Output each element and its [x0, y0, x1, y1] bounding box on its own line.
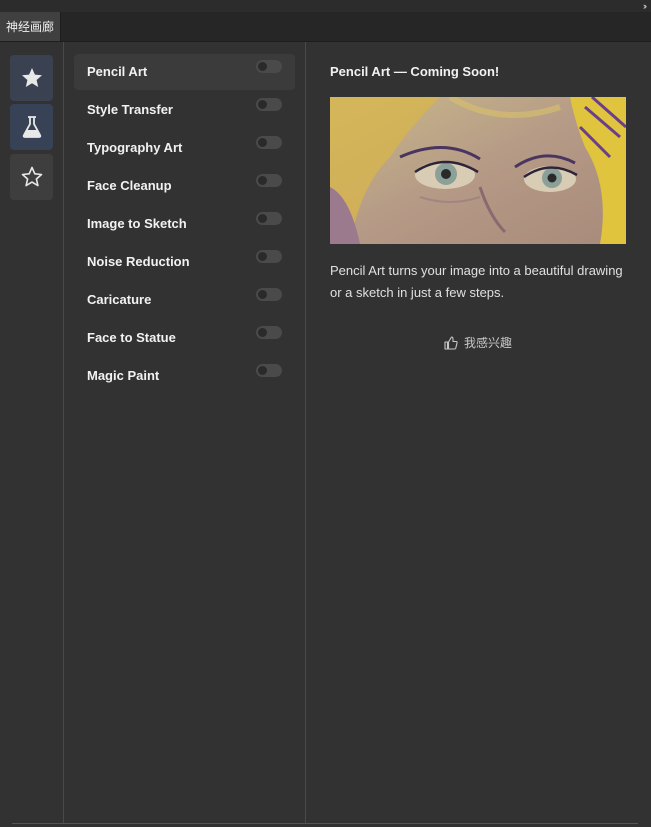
featured-filters-button[interactable]: [10, 55, 53, 101]
filter-label: Typography Art: [87, 140, 183, 155]
toggle-knob: [258, 328, 267, 337]
toggle-knob: [258, 290, 267, 299]
thumbs-up-icon: [444, 335, 458, 350]
tab-bar: 神经画廊: [0, 12, 651, 42]
filter-toggle[interactable]: [256, 98, 282, 111]
detail-title: Pencil Art — Coming Soon!: [330, 64, 500, 79]
filter-item-noise-reduction[interactable]: Noise Reduction: [74, 244, 295, 280]
filter-item-image-to-sketch[interactable]: Image to Sketch: [74, 206, 295, 242]
toggle-knob: [258, 366, 267, 375]
filter-label: Face to Statue: [87, 330, 176, 345]
star-outline-icon: [21, 166, 42, 187]
wishlist-filters-button[interactable]: [10, 154, 53, 200]
toggle-knob: [258, 100, 267, 109]
filter-toggle[interactable]: [256, 288, 282, 301]
filter-item-face-to-statue[interactable]: Face to Statue: [74, 320, 295, 356]
flask-icon: [22, 116, 41, 138]
category-sidebar: [0, 42, 64, 824]
toggle-knob: [258, 252, 267, 261]
filter-label: Caricature: [87, 292, 152, 307]
filter-toggle[interactable]: [256, 174, 282, 187]
filter-toggle[interactable]: [256, 212, 282, 225]
toggle-knob: [258, 62, 267, 71]
beta-filters-button[interactable]: [10, 104, 53, 150]
filter-description: Pencil Art turns your image into a beaut…: [330, 263, 623, 300]
filter-toggle[interactable]: [256, 364, 282, 377]
filter-list: Pencil Art Style Transfer Typography Art…: [64, 42, 306, 824]
filter-label: Face Cleanup: [87, 178, 172, 193]
interested-button[interactable]: 我感兴趣: [444, 334, 512, 351]
filter-item-style-transfer[interactable]: Style Transfer: [74, 92, 295, 128]
filter-label: Noise Reduction: [87, 254, 190, 269]
filter-label: Image to Sketch: [87, 216, 187, 231]
filter-item-typography-art[interactable]: Typography Art: [74, 130, 295, 166]
filter-label: Pencil Art: [87, 64, 148, 79]
filter-item-pencil-art[interactable]: Pencil Art: [74, 54, 295, 90]
neural-filters-panel: Pencil Art Style Transfer Typography Art…: [0, 42, 651, 827]
filter-item-magic-paint[interactable]: Magic Paint: [74, 358, 295, 394]
panel-bottom-divider: [12, 823, 638, 824]
star-filled-icon: [21, 68, 42, 87]
filter-item-caricature[interactable]: Caricature: [74, 282, 295, 318]
filter-label: Magic Paint: [87, 368, 160, 383]
filter-toggle[interactable]: [256, 326, 282, 339]
filter-toggle[interactable]: [256, 60, 282, 73]
collapse-panel-icon[interactable]: ››: [643, 0, 647, 12]
toggle-knob: [258, 214, 267, 223]
filter-detail-pane: Pencil Art — Coming Soon! Pencil Art tur…: [306, 42, 651, 824]
toggle-knob: [258, 138, 267, 147]
filter-toggle[interactable]: [256, 250, 282, 263]
interested-label: 我感兴趣: [464, 336, 513, 350]
filter-label: Style Transfer: [87, 102, 173, 117]
filter-item-face-cleanup[interactable]: Face Cleanup: [74, 168, 295, 204]
filter-toggle[interactable]: [256, 136, 282, 149]
tab-neural-filters[interactable]: 神经画廊: [0, 12, 61, 41]
filter-preview-image: [330, 97, 626, 244]
toggle-knob: [258, 176, 267, 185]
